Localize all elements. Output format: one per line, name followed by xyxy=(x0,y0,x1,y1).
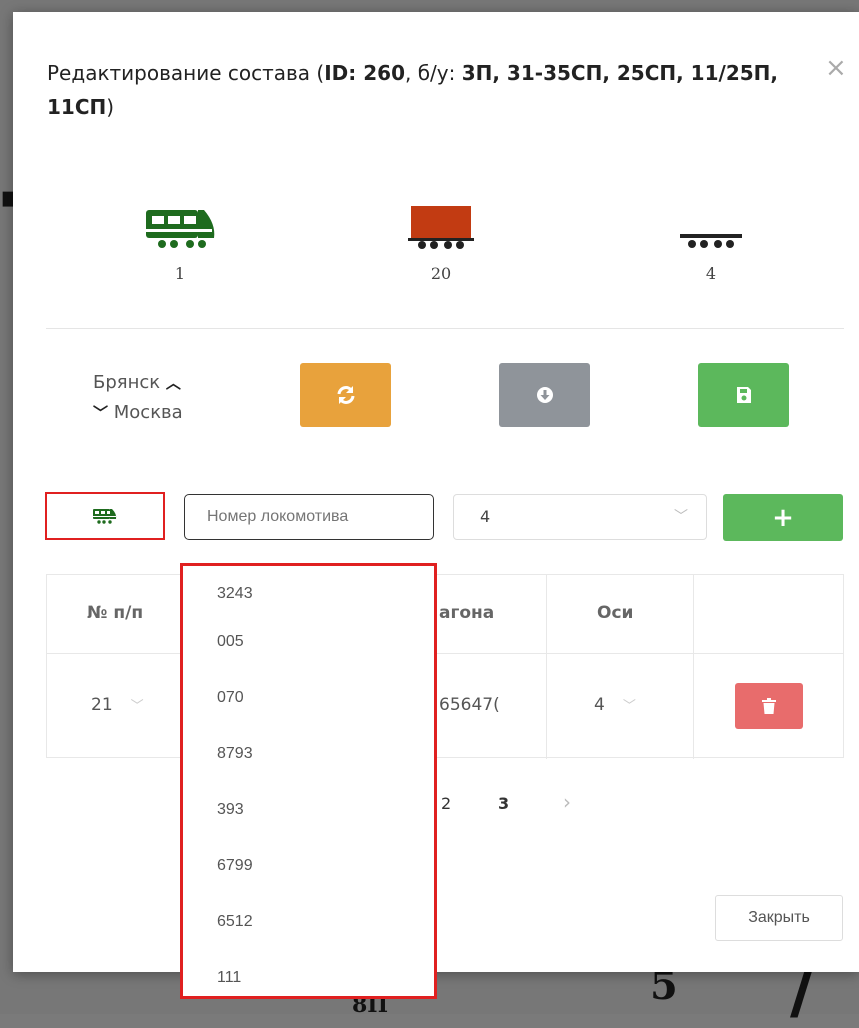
download-icon xyxy=(536,387,553,403)
add-button[interactable]: + xyxy=(723,494,843,541)
axles-select[interactable]: 4 ﹀ xyxy=(453,494,707,540)
platform-count: 4 xyxy=(705,264,717,283)
close-icon[interactable]: × xyxy=(825,55,847,81)
header-axles: Оси xyxy=(597,603,634,623)
locomotive-icon xyxy=(144,210,215,248)
refresh-icon xyxy=(337,386,354,404)
dropdown-option[interactable]: 8793 xyxy=(183,726,434,782)
chevron-down-icon: ﹀ xyxy=(674,509,688,525)
page-3[interactable]: 3 xyxy=(498,794,509,813)
trash-icon xyxy=(762,698,776,714)
row-axles-select[interactable]: 4 ﹀ xyxy=(594,695,636,715)
save-icon xyxy=(736,387,751,403)
dropdown-option[interactable]: 070 xyxy=(183,670,434,726)
chevron-down-icon: ﹀ xyxy=(622,699,636,714)
freight-wagon-icon xyxy=(408,206,474,249)
summary-locomotives: 1 xyxy=(120,204,240,283)
dropdown-option[interactable]: 005 xyxy=(183,614,434,670)
route-selector: Брянск ︿ ﹀ Москва xyxy=(93,368,183,428)
summary-platforms: 4 xyxy=(651,204,771,283)
dropdown-option[interactable]: 111 xyxy=(183,950,434,996)
close-button[interactable]: Закрыть xyxy=(715,895,843,941)
header-wagon-number: агона xyxy=(439,603,495,623)
dropdown-option[interactable]: 3243 xyxy=(183,574,434,614)
refresh-button[interactable] xyxy=(300,363,391,427)
locomotive-icon xyxy=(92,509,117,524)
summary-wagons: 20 xyxy=(381,204,501,283)
dropdown-option[interactable]: 6512 xyxy=(183,894,434,950)
row-seq-select[interactable]: 21 ﹀ xyxy=(91,695,144,715)
wagon-count: 20 xyxy=(430,264,452,283)
flatcar-icon xyxy=(680,234,742,248)
column-divider xyxy=(693,575,694,759)
table-header: № п/п агона Оси xyxy=(47,575,843,654)
consist-table: № п/п агона Оси 21 ﹀ 65647( 4 ﹀ xyxy=(46,574,844,759)
chevron-up-icon[interactable]: ︿ xyxy=(166,368,181,398)
header-seq: № п/п xyxy=(87,603,144,623)
delete-row-button[interactable] xyxy=(735,683,803,729)
locomotive-number-dropdown: 3243 005 070 8793 393 6799 6512 111 xyxy=(180,563,437,999)
chevron-down-icon[interactable]: ﹀ xyxy=(93,398,108,428)
column-divider xyxy=(546,575,547,759)
rolling-stock-type-toggle[interactable] xyxy=(45,492,165,540)
save-button[interactable] xyxy=(698,363,789,427)
axles-select-value: 4 xyxy=(480,507,491,526)
page-2[interactable]: 2 xyxy=(441,794,451,813)
chevron-down-icon: ﹀ xyxy=(130,699,144,714)
dropdown-option[interactable]: 393 xyxy=(183,782,434,838)
modal-title: Редактирование состава (ID: 260, б/у: 3П… xyxy=(47,61,778,119)
dropdown-option[interactable]: 6799 xyxy=(183,838,434,894)
locomotive-count: 1 xyxy=(174,264,186,283)
locomotive-number-input[interactable] xyxy=(184,494,434,540)
route-to[interactable]: ﹀ Москва xyxy=(93,398,183,428)
divider xyxy=(46,328,844,329)
download-button[interactable] xyxy=(499,363,590,427)
route-from[interactable]: Брянск ︿ xyxy=(93,368,183,398)
next-page-icon[interactable]: › xyxy=(563,790,571,814)
row-wagon-number[interactable]: 65647( xyxy=(439,695,500,715)
